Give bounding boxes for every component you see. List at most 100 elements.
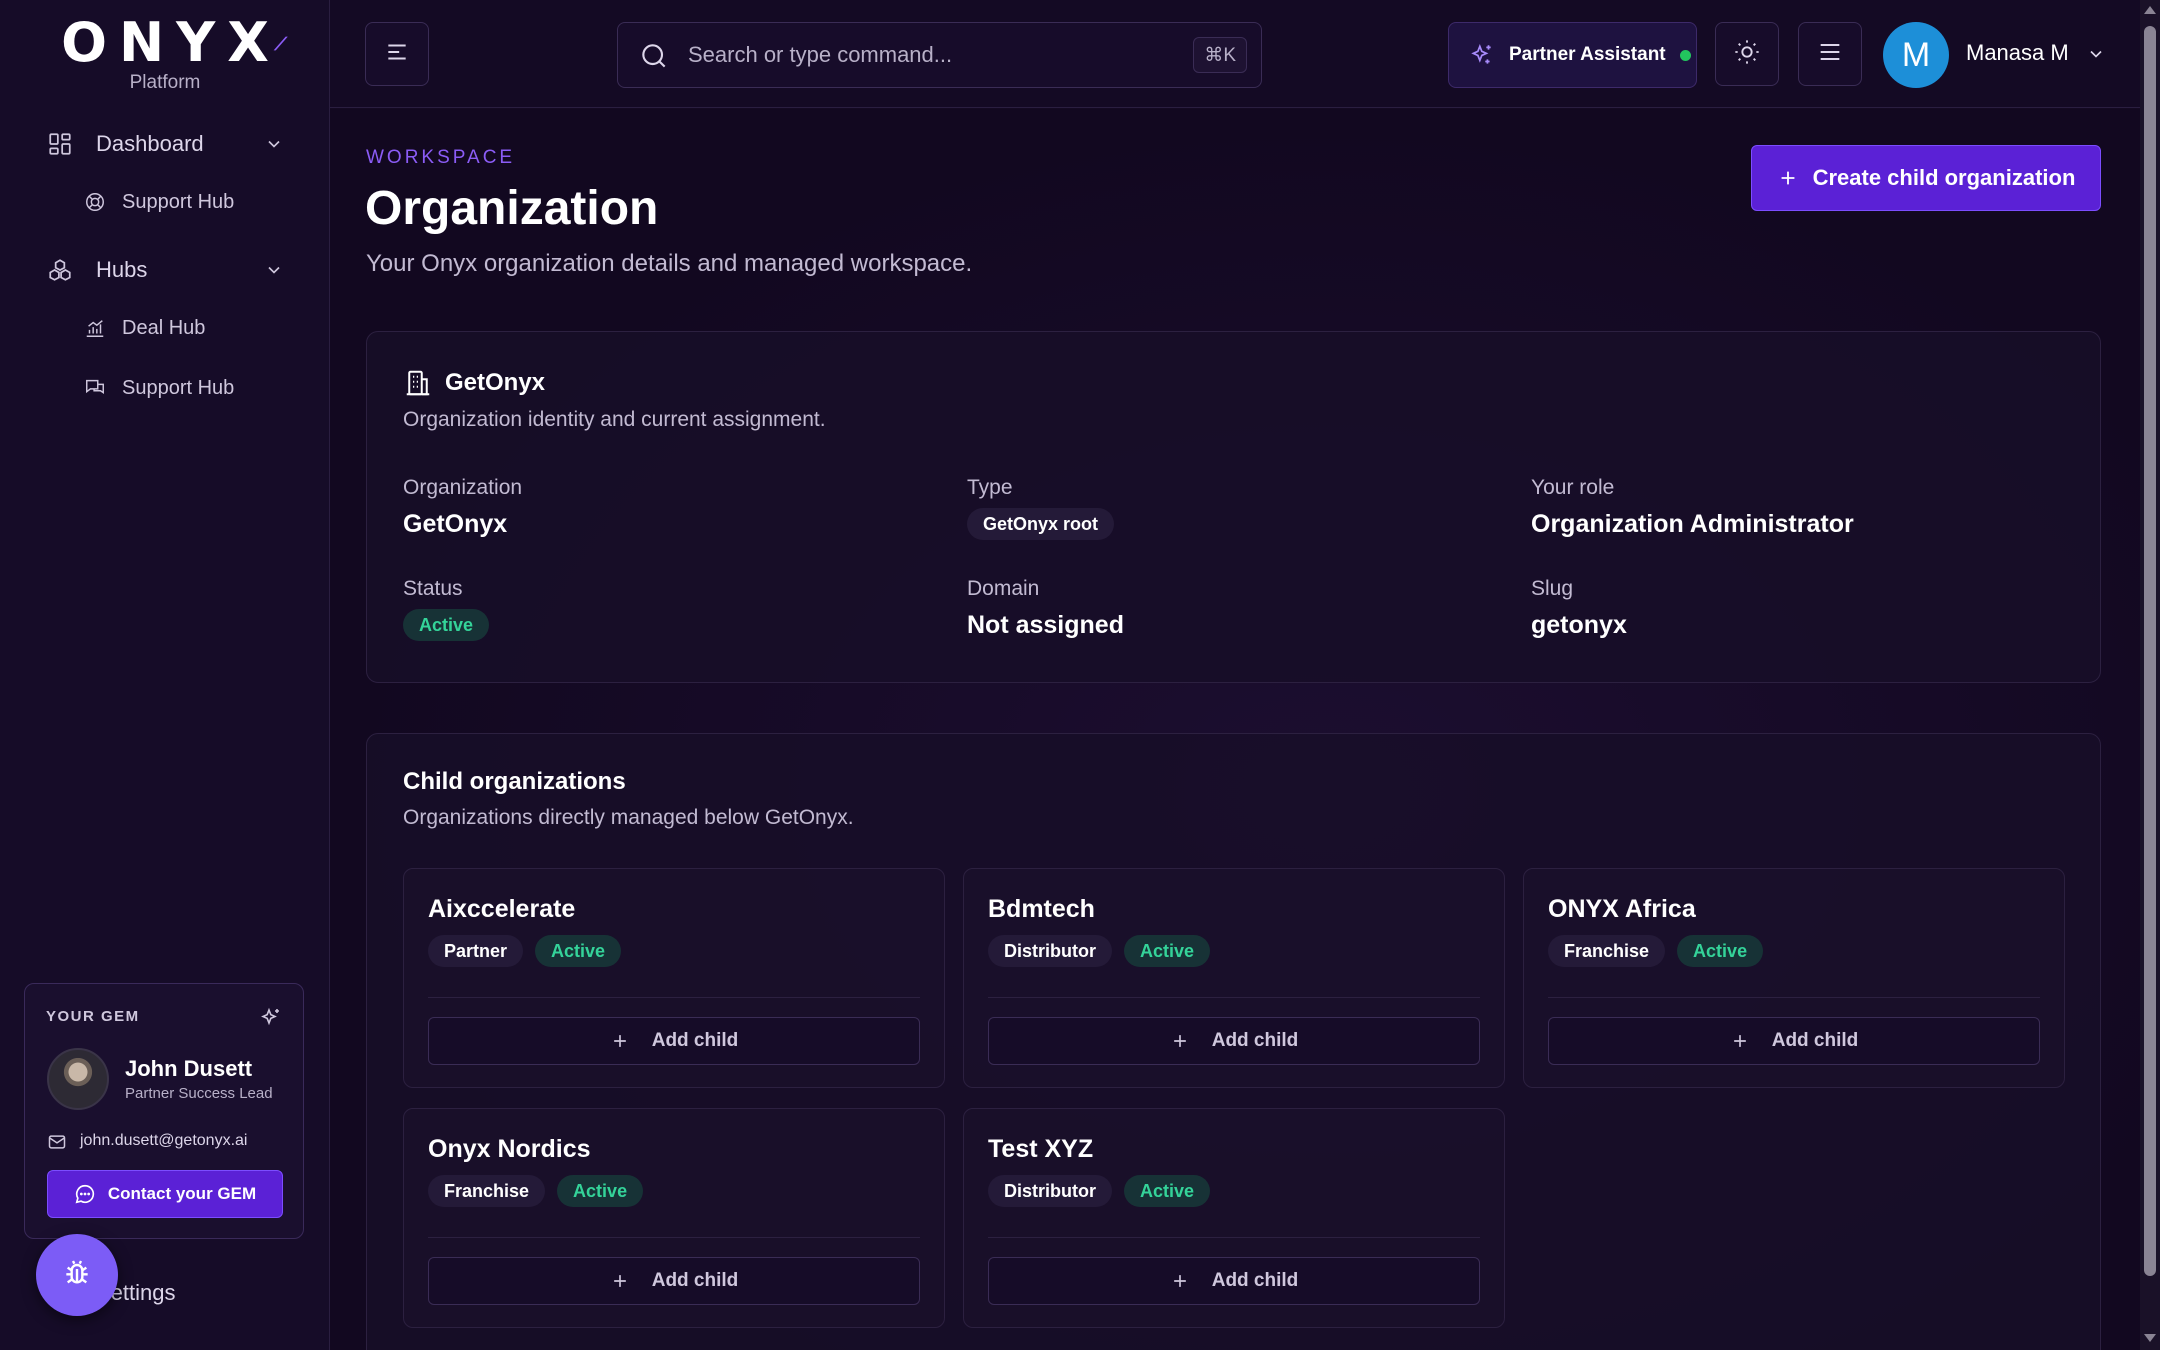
add-child-label: Add child: [651, 1270, 739, 1291]
child-organization-name: Test XYZ: [988, 1135, 1094, 1163]
user-name[interactable]: Manasa M: [1966, 40, 2069, 66]
status-badge: Active: [535, 935, 622, 967]
child-organization-tile[interactable]: Onyx Nordics Franchise Active Add child: [403, 1108, 945, 1328]
user-avatar[interactable]: M: [1883, 22, 1949, 88]
search-input[interactable]: [688, 37, 1148, 73]
type-badge: Franchise: [428, 1175, 546, 1207]
child-organization-tile[interactable]: Aixccelerate Partner Active Add child: [403, 868, 945, 1088]
sidebar-item-hubs-support-hub[interactable]: Support Hub: [0, 358, 330, 418]
field-label: Your role: [1531, 476, 1615, 499]
main-content: WORKSPACE Organization Your Onyx organiz…: [330, 109, 2140, 1350]
type-badge: Distributor: [988, 1175, 1112, 1207]
scroll-up-arrow[interactable]: [2144, 6, 2156, 14]
divider: [428, 997, 920, 998]
field-label: Organization: [403, 476, 523, 499]
sidebar-item-label: Deal Hub: [122, 316, 206, 339]
avatar: [47, 1048, 109, 1110]
gem-name: John Dusett: [125, 1056, 253, 1081]
field-status: Status Active: [403, 577, 490, 641]
field-label: Slug: [1531, 577, 1574, 600]
field-value: getonyx: [1531, 611, 1627, 639]
sidebar-item-hubs[interactable]: Hubs: [0, 242, 330, 298]
type-badge: Distributor: [988, 935, 1112, 967]
divider: [428, 1237, 920, 1238]
plus-icon: [1170, 1271, 1190, 1291]
field-value: Not assigned: [967, 611, 1124, 639]
organization-card-title: GetOnyx: [445, 369, 546, 396]
plus-icon: [1170, 1031, 1190, 1051]
sidebar: ONYX ⟋ Platform Dashboard Support Hub Hub…: [0, 0, 330, 1350]
messages-icon: [84, 377, 106, 399]
logo-subtitle: Platform: [129, 72, 201, 93]
mail-icon: [47, 1132, 67, 1152]
field-label: Domain: [967, 577, 1040, 600]
add-child-label: Add child: [1771, 1030, 1859, 1051]
sidebar-item-deal-hub[interactable]: Deal Hub: [0, 298, 330, 358]
plus-icon: [1777, 167, 1799, 189]
dashboard-icon: [46, 130, 74, 158]
sparkles-icon: [1469, 42, 1495, 68]
bug-icon: [61, 1257, 93, 1294]
child-organization-tile[interactable]: Bdmtech Distributor Active Add child: [963, 868, 1505, 1088]
type-badge: Partner: [428, 935, 524, 967]
sidebar-item-label: Hubs: [96, 257, 148, 282]
search-box[interactable]: ⌘K: [617, 22, 1262, 88]
topbar: ⌘K Partner Assistant M Manasa M: [330, 0, 2140, 108]
page-title: Organization: [365, 182, 659, 235]
online-status-dot: [1679, 49, 1691, 61]
create-child-organization-button[interactable]: Create child organization: [1751, 145, 2101, 211]
status-badge: Active: [1677, 935, 1764, 967]
gem-role: Partner Success Lead: [125, 1085, 273, 1102]
bug-report-button[interactable]: [36, 1234, 118, 1316]
sidebar-toggle-button[interactable]: [365, 22, 429, 86]
chevron-down-icon[interactable]: [2086, 44, 2106, 64]
lifebuoy-icon: [84, 191, 106, 213]
scrollbar-thumb[interactable]: [2144, 26, 2156, 1276]
field-domain: Domain Not assigned: [967, 577, 1124, 640]
contact-gem-label: Contact your GEM: [107, 1184, 257, 1203]
gem-email[interactable]: john.dusett@getonyx.ai: [80, 1132, 247, 1150]
divider: [988, 997, 1480, 998]
add-child-button[interactable]: Add child: [428, 1017, 920, 1065]
gem-card: YOUR GEM John Dusett Partner Success Lea…: [24, 983, 304, 1239]
status-badge: Active: [1124, 935, 1211, 967]
sidebar-nav: Dashboard Support Hub Hubs Deal Hub Supp…: [0, 116, 330, 418]
field-label: Status: [403, 577, 463, 600]
add-child-button[interactable]: Add child: [428, 1257, 920, 1305]
sidebar-item-label: Support Hub: [122, 190, 235, 213]
theme-toggle-button[interactable]: [1715, 22, 1779, 86]
partner-assistant-label: Partner Assistant: [1509, 44, 1666, 65]
sun-icon: [1733, 38, 1761, 71]
status-badge: Active: [1124, 1175, 1211, 1207]
organization-card: GetOnyx Organization identity and curren…: [366, 331, 2101, 683]
plus-icon: [1730, 1031, 1750, 1051]
plus-icon: [610, 1031, 630, 1051]
boxes-icon: [46, 256, 74, 284]
logo-spark-icon: ⟋: [274, 34, 287, 55]
organization-card-description: Organization identity and current assign…: [403, 408, 826, 431]
child-organization-tile[interactable]: ONYX Africa Franchise Active Add child: [1523, 868, 2065, 1088]
field-organization: Organization GetOnyx: [403, 476, 522, 539]
sidebar-item-support-hub[interactable]: Support Hub: [0, 172, 330, 232]
add-child-button[interactable]: Add child: [988, 1257, 1480, 1305]
contact-gem-button[interactable]: Contact your GEM: [47, 1170, 283, 1218]
partner-assistant-button[interactable]: Partner Assistant: [1448, 22, 1697, 88]
add-child-button[interactable]: Add child: [1548, 1017, 2040, 1065]
search-shortcut: ⌘K: [1193, 37, 1247, 73]
type-badge: Franchise: [1548, 935, 1666, 967]
sidebar-item-label: Support Hub: [122, 376, 235, 399]
add-child-button[interactable]: Add child: [988, 1017, 1480, 1065]
scroll-down-arrow[interactable]: [2144, 1334, 2156, 1342]
field-label: Type: [967, 476, 1013, 499]
field-value: Organization Administrator: [1531, 510, 1854, 538]
page-subtitle: Your Onyx organization details and manag…: [366, 250, 973, 277]
child-organization-tile[interactable]: Test XYZ Distributor Active Add child: [963, 1108, 1505, 1328]
sidebar-item-dashboard[interactable]: Dashboard: [0, 116, 330, 172]
sidebar-item-label: Dashboard: [96, 131, 204, 156]
create-child-organization-label: Create child organization: [1812, 165, 2076, 190]
sparkle-icon[interactable]: [259, 1006, 283, 1030]
chat-icon: [74, 1183, 96, 1205]
add-child-label: Add child: [1211, 1030, 1299, 1051]
logo[interactable]: ONYX ⟋ Platform: [0, 14, 330, 94]
menu-button[interactable]: [1798, 22, 1862, 86]
